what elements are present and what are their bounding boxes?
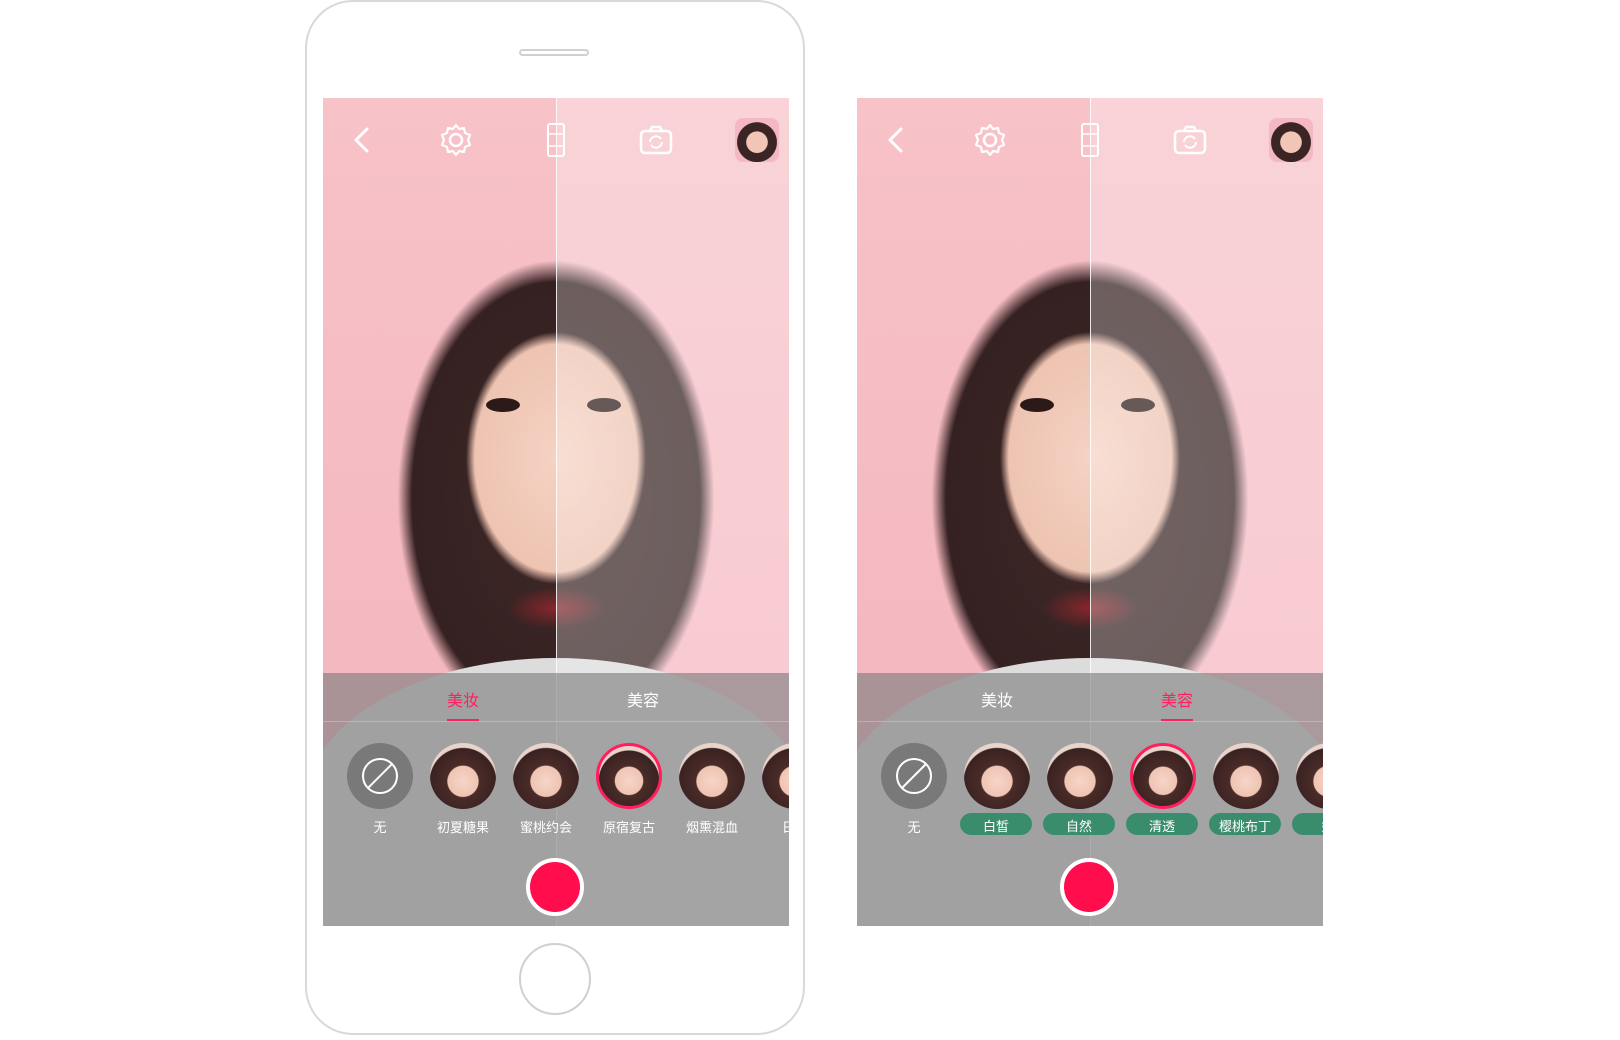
record-button[interactable] bbox=[1060, 858, 1118, 916]
phone-speaker bbox=[519, 49, 589, 56]
style-item-fair[interactable]: 白皙 bbox=[954, 743, 1034, 843]
style-item-candy[interactable]: 初夏糖果 bbox=[420, 743, 500, 843]
no-effect-icon bbox=[362, 758, 398, 794]
style-label: 日系 bbox=[781, 821, 789, 836]
style-item-harajuku[interactable]: 原宿复古 bbox=[586, 743, 666, 843]
record-button[interactable] bbox=[526, 858, 584, 916]
none-circle bbox=[881, 743, 947, 809]
tab-active-underline bbox=[1161, 719, 1193, 721]
back-icon[interactable] bbox=[343, 120, 383, 160]
tab-makeup-label: 美妆 bbox=[446, 691, 479, 710]
style-thumbnail-selected bbox=[1130, 743, 1196, 809]
style-label: 蜜桃约会 bbox=[519, 821, 572, 836]
style-label: 烟熏混血 bbox=[685, 821, 738, 836]
style-label: 奶 bbox=[1292, 816, 1323, 835]
tab-makeup[interactable]: 美妆 bbox=[957, 687, 1037, 711]
beauty-panel: 美妆 美容 无 白皙 自然 清透 樱桃布丁 bbox=[857, 673, 1323, 926]
style-list: 无 初夏糖果 蜜桃约会 原宿复古 烟熏混血 日系 bbox=[323, 743, 789, 843]
makeup-panel: 美妆 美容 无 初夏糖果 蜜桃约会 原宿复古 烟熏混血 日 bbox=[323, 673, 789, 926]
style-label: 初夏糖果 bbox=[436, 821, 489, 836]
camera-screen-beauty: 美妆 美容 无 白皙 自然 清透 樱桃布丁 bbox=[857, 98, 1323, 926]
style-item-cherry-pudding[interactable]: 樱桃布丁 bbox=[1203, 743, 1283, 843]
style-thumbnail bbox=[679, 743, 745, 809]
tab-bar: 美妆 美容 bbox=[323, 673, 789, 722]
camera-flip-icon[interactable] bbox=[636, 120, 676, 160]
settings-icon[interactable] bbox=[436, 120, 476, 160]
style-label: 自然 bbox=[1065, 820, 1092, 835]
style-item-smoky[interactable]: 烟熏混血 bbox=[669, 743, 749, 843]
gallery-thumbnail[interactable] bbox=[735, 118, 779, 162]
style-item-none[interactable]: 无 bbox=[871, 743, 951, 843]
style-thumbnail-selected bbox=[596, 743, 662, 809]
style-thumbnail bbox=[964, 743, 1030, 809]
style-item-milk[interactable]: 奶 bbox=[1286, 743, 1323, 843]
aspect-ratio-icon[interactable] bbox=[1070, 120, 1110, 160]
style-list: 无 白皙 自然 清透 樱桃布丁 bbox=[857, 743, 1323, 843]
style-thumbnail bbox=[1213, 743, 1279, 809]
style-item-clear[interactable]: 清透 bbox=[1120, 743, 1200, 843]
tab-beauty[interactable]: 美容 bbox=[603, 687, 683, 711]
aspect-ratio-icon[interactable] bbox=[536, 120, 576, 160]
back-icon[interactable] bbox=[877, 120, 917, 160]
camera-flip-icon[interactable] bbox=[1170, 120, 1210, 160]
eye-left bbox=[486, 398, 520, 412]
style-thumbnail bbox=[762, 743, 789, 809]
style-thumbnail bbox=[513, 743, 579, 809]
tab-makeup[interactable]: 美妆 bbox=[423, 687, 503, 721]
home-button[interactable] bbox=[519, 943, 591, 1015]
style-thumbnail bbox=[1047, 743, 1113, 809]
tab-beauty-label: 美容 bbox=[626, 691, 659, 710]
settings-icon[interactable] bbox=[970, 120, 1010, 160]
eye-left bbox=[1020, 398, 1054, 412]
tab-beauty-label: 美容 bbox=[1160, 691, 1193, 710]
gallery-thumbnail[interactable] bbox=[1269, 118, 1313, 162]
style-label: 无 bbox=[907, 821, 921, 836]
style-label: 无 bbox=[373, 821, 387, 836]
style-label: 原宿复古 bbox=[602, 821, 655, 836]
style-label: 樱桃布丁 bbox=[1218, 820, 1271, 835]
style-thumbnail bbox=[430, 743, 496, 809]
style-item-japanese[interactable]: 日系 bbox=[752, 743, 789, 843]
camera-screen-makeup: 美妆 美容 无 初夏糖果 蜜桃约会 原宿复古 烟熏混血 日 bbox=[323, 98, 789, 926]
top-bar bbox=[323, 98, 789, 188]
no-effect-icon bbox=[896, 758, 932, 794]
tab-active-underline bbox=[447, 719, 479, 721]
style-label: 清透 bbox=[1148, 820, 1175, 835]
style-item-peach[interactable]: 蜜桃约会 bbox=[503, 743, 583, 843]
style-label: 白皙 bbox=[982, 820, 1009, 835]
style-item-natural[interactable]: 自然 bbox=[1037, 743, 1117, 843]
tab-makeup-label: 美妆 bbox=[980, 691, 1013, 710]
top-bar bbox=[857, 98, 1323, 188]
style-thumbnail bbox=[1296, 743, 1323, 809]
tab-bar: 美妆 美容 bbox=[857, 673, 1323, 722]
tab-beauty[interactable]: 美容 bbox=[1137, 687, 1217, 721]
none-circle bbox=[347, 743, 413, 809]
style-item-none[interactable]: 无 bbox=[337, 743, 417, 843]
